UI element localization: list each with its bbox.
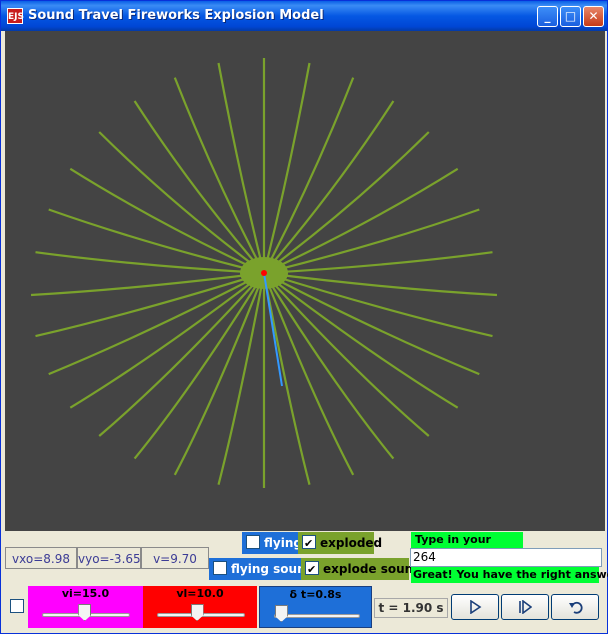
firework-trail [263,272,459,409]
firework-trail [263,77,355,274]
answer-input[interactable]: 264 [410,548,602,567]
firework-trail [217,272,266,485]
time-readout: t = 1.90 s [374,598,448,618]
fireworks-drawing [30,58,498,488]
simulation-canvas[interactable] [5,31,605,531]
vi-slider-thumb[interactable] [78,604,92,621]
firework-trail [173,77,265,274]
flying-sound-checkbox-box[interactable] [213,561,227,575]
play-icon [470,600,482,614]
dt-slider-thumb[interactable] [274,605,288,622]
vyo-readout: vyo=-3.65 [77,547,141,569]
title-bar[interactable]: EJS Sound Travel Fireworks Explosion Mod… [1,1,607,31]
firework-trail [173,272,266,476]
flying-label: flying [264,536,302,550]
flying-checkbox[interactable]: flying [242,532,302,554]
firework-trail [69,272,265,409]
answer-feedback: Great! You have the right answer! [411,567,608,583]
vl-slider-panel: vl=10.0 [143,586,257,628]
flying-sound-checkbox[interactable]: flying sound [209,558,314,580]
exploded-checkbox-box[interactable] [302,533,316,555]
firework-trail [262,272,311,485]
minimize-button[interactable]: _ [537,6,558,27]
explode-sound-label: explode sound [323,562,422,576]
step-button[interactable] [501,594,549,620]
firework-trail [262,62,311,274]
play-button[interactable] [451,594,499,620]
explode-sound-checkbox[interactable]: explode sound [301,558,422,581]
app-window: EJS Sound Travel Fireworks Explosion Mod… [0,0,608,634]
explosion-center-point [261,270,267,276]
firework-trail [69,167,265,274]
step-icon [519,600,532,614]
firework-trail [217,62,266,274]
reset-icon [569,601,583,614]
app-logo-icon: EJS [7,8,24,24]
close-button[interactable]: ✕ [583,6,604,27]
flying-checkbox-box[interactable] [246,535,260,549]
v-readout: v=9.70 [141,547,209,569]
dt-slider-label: δ t=0.8s [289,588,342,601]
exploded-label: exploded [320,536,383,550]
maximize-button[interactable]: □ [560,6,581,27]
firework-trail [263,167,459,274]
reset-button[interactable] [551,594,599,620]
firework-trail [35,251,265,275]
explode-sound-checkbox-box[interactable] [305,559,319,581]
vi-slider-panel: vi=15.0 [28,586,143,628]
vl-slider-thumb[interactable] [190,604,204,621]
exploded-checkbox[interactable]: exploded [298,532,382,555]
vi-slider-label: vi=15.0 [61,587,110,600]
firework-trail [263,251,493,275]
firework-trail [262,272,355,476]
input-prompt: Type in your value ! [411,532,523,562]
window-title: Sound Travel Fireworks Explosion Model [28,8,324,23]
dt-slider-panel: δ t=0.8s [259,586,372,628]
vxo-readout: vxo=8.98 [5,547,77,569]
vl-slider-label: vl=10.0 [176,587,224,600]
option-checkbox[interactable] [10,599,24,613]
